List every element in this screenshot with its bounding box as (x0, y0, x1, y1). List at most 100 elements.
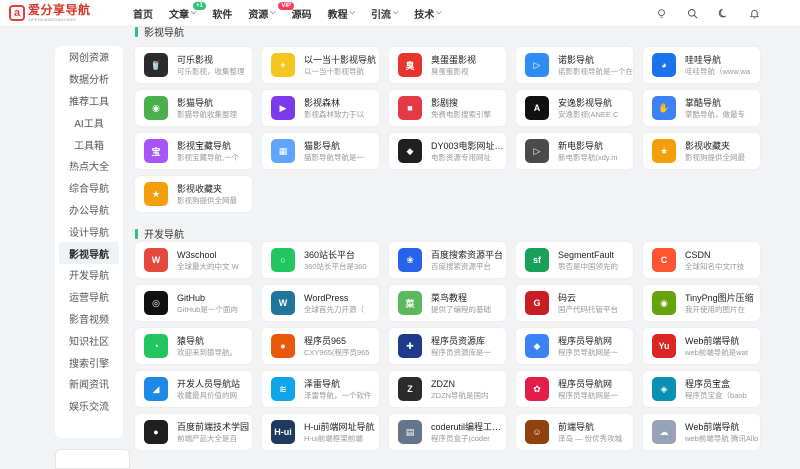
sidebar-item-16[interactable]: 娱乐交流 (55, 395, 123, 417)
site-title: 菜鸟教程 (431, 292, 468, 303)
site-card[interactable]: W W3school 全球最大的中文 W (135, 242, 252, 278)
coin-icon: ● (271, 334, 295, 358)
site-card[interactable]: C CSDN 全球知名中文IT技 (643, 242, 760, 278)
site-card[interactable]: sf SegmentFault 思否是中国领先的 (516, 242, 633, 278)
site-card[interactable]: 宝影视宝藏导航 影视宝藏导航,一个 (135, 133, 252, 169)
site-card[interactable]: ◆ 程序员导航网 程序员导航网是一 (516, 328, 633, 364)
site-title: DY003电影网址导航 (431, 140, 506, 151)
nav-item-3[interactable]: 资源 ⌵ VIP (240, 0, 294, 27)
w3-icon: W (144, 248, 168, 272)
site-card[interactable]: + 以一当十影视导航 以一当十影视导航 (262, 47, 379, 83)
site-card[interactable]: 菜菜鸟教程 提供了编程的基础 (389, 285, 506, 321)
site-title: W3school (177, 249, 217, 260)
sidebar-item-3[interactable]: AI工具 (55, 111, 123, 133)
site-card[interactable]: ☺ 前端导航 泽岛 — 份优秀攻城 (516, 414, 633, 450)
site-card[interactable]: G 码云 国产代码托管平台 (516, 285, 633, 321)
nav-item-6[interactable]: 引流 ⌵ (363, 0, 406, 27)
site-card[interactable]: ▤ coderutil编程工具导航程序员盒子(coder (389, 414, 506, 450)
site-desc: H-ui前端框架前端 (304, 433, 363, 443)
site-title: 程序员导航网 (558, 335, 613, 346)
site-card[interactable]: ☁ Web前端导航 web前端导航 腾讯Allo (643, 414, 760, 450)
nav-item-5[interactable]: 教程 ⌵ (320, 0, 363, 27)
site-title: 安逸影视导航 (558, 97, 613, 108)
moon-icon[interactable] (717, 8, 729, 20)
site-title: 开发人员导航站 (177, 378, 241, 389)
site-title: 影视收藏夹 (685, 140, 731, 151)
site-card[interactable]: ◉ 影猫导航 影猫导航收集整理 (135, 90, 252, 126)
category-sidebar: 网创资源 数据分析 推荐工具 AI工具 工具箱 热点大全 综合导航 办公导航 设计导航 影视导航开… (55, 46, 123, 438)
site-card[interactable]: ▷ 新电影导航 新电影导航(xdy.m (516, 133, 633, 169)
site-card[interactable]: ✚ 程序员资源库 程序员资源库是一 (389, 328, 506, 364)
site-title: 程序员宝盒 (685, 378, 731, 389)
site-card[interactable]: ◎ GitHub GitHub是一个面向 (135, 285, 252, 321)
nav-item-2[interactable]: 软件 (204, 0, 240, 27)
site-card[interactable]: ◔ 猿导航 欢迎来到猿导航。 (135, 328, 252, 364)
bell-icon[interactable] (748, 8, 760, 20)
nav-item-7[interactable]: 技术 ⌵ (406, 0, 449, 27)
site-card[interactable]: W WordPress 全球首先刀开源（ (262, 285, 379, 321)
puzzle-icon: ✚ (398, 334, 422, 358)
site-card[interactable]: ■ 影剧搜 免费电影搜索引擎 (389, 90, 506, 126)
site-card[interactable]: H-ui H-ui前端网址导航 H-ui前端框架前端 (262, 414, 379, 450)
site-card[interactable]: ▦ 猫影导航 猫影导航导航是一 (262, 133, 379, 169)
sidebar-item-13[interactable]: 知识社区 (55, 329, 123, 351)
site-card[interactable]: 🥤 可乐影视 可乐影视，收集整理 (135, 47, 252, 83)
site-card[interactable]: ◉ TinyPng图片压缩 我开使用的图片在 (643, 285, 760, 321)
sidebar-item-5[interactable]: 热点大全 (55, 155, 123, 177)
site-card[interactable]: A 安逸影视导航 安逸影视(ANEE.C (516, 90, 633, 126)
site-card[interactable]: ▷ 诺影导航 诺影影视导航是一个在 (516, 47, 633, 83)
site-desc: 提供了编程的基础 (431, 304, 491, 314)
sidebar-item-15[interactable]: 新闻资讯 (55, 373, 123, 395)
sidebar-item-0[interactable]: 网创资源 (55, 46, 123, 68)
nav-item-4[interactable]: 源码 (284, 0, 320, 27)
nav-item-1[interactable]: 文章 ⌵ +1 (161, 0, 206, 27)
site-card[interactable]: ○ 360站长平台 360站长平台是360 (262, 242, 379, 278)
sidebar-item-8[interactable]: 设计导航 (55, 220, 123, 242)
sidebar-item-10[interactable]: 开发导航 (55, 264, 123, 286)
site-card[interactable]: ● 程序员965 CXY965(程序员965 (262, 328, 379, 364)
sidebar-item-6[interactable]: 综合导航 (55, 177, 123, 199)
site-card[interactable]: ◆ DY003电影网址导航 电影资源专用网址 (389, 133, 506, 169)
dev-icon: ◢ (144, 377, 168, 401)
site-card[interactable]: ❀ 百度搜索资源平台 百度搜索资源平台 (389, 242, 506, 278)
site-card[interactable]: ★ 影视收藏夹 影视狗提供全网最 (643, 133, 760, 169)
nav-label: 源码 (291, 9, 312, 21)
sidebar-item-7[interactable]: 办公导航 (55, 199, 123, 221)
sidebar-item-14[interactable]: 搜索引擎 (55, 351, 123, 373)
site-desc: 百度搜索资源平台 (431, 261, 491, 271)
logo-badge: a (9, 5, 25, 21)
site-card[interactable]: ✿ 程序员导航网 程序员导航网是一 (516, 371, 633, 407)
panda-icon: ◉ (144, 96, 168, 120)
sidebar-item-9[interactable]: 影视导航 (59, 242, 119, 264)
site-card[interactable]: ≋ 泽雷导航 泽雷导航，一个软件 (262, 371, 379, 407)
camera-icon: ■ (398, 96, 422, 120)
site-title: Web前端导航 (685, 335, 740, 346)
site-title: 新电影导航 (558, 140, 604, 151)
sidebar-item-1[interactable]: 数据分析 (55, 68, 123, 90)
dy-icon: ◆ (398, 139, 422, 163)
sidebar-item-4[interactable]: 工具箱 (55, 133, 123, 155)
sidebar-item-12[interactable]: 影音视频 (55, 308, 123, 330)
site-desc: 影视宝藏导航,一个 (177, 152, 240, 162)
site-card[interactable]: ◈ 程序员宝盒 程序员宝盒（baob (643, 371, 760, 407)
site-card[interactable]: ● 百度前端技术学园 前端产品大全是百 (135, 414, 252, 450)
site-desc: 可乐影视，收集整理 (177, 66, 245, 76)
nav-item-0[interactable]: 首页 (125, 0, 161, 27)
site-card[interactable]: ▶ 影视森林 影视森林致力于以 (262, 90, 379, 126)
site-card[interactable]: ◢ 开发人员导航站 收藏最具价值的网 (135, 371, 252, 407)
site-title: 影视收藏夹 (177, 183, 223, 194)
sidebar-item-2[interactable]: 推荐工具 (55, 90, 123, 112)
cloud-icon: ☁ (652, 420, 676, 444)
site-card[interactable]: ★ 影视收藏夹 影视狗提供全网最 (135, 176, 252, 212)
nav-label: 教程 (327, 9, 348, 21)
site-card[interactable]: Yu Web前端导航 web前端导航是wat (643, 328, 760, 364)
site-card[interactable]: Z ZDZN ZDZN导航是国内 (389, 371, 506, 407)
site-logo[interactable]: a 爱分享导航 AIFENXIANGDAOHANG (9, 4, 125, 22)
site-desc: 臭蛋蛋影视 (431, 66, 469, 76)
search-icon[interactable] (686, 8, 698, 20)
site-card[interactable]: 臭臭蛋蛋影视 臭蛋蛋影视 (389, 47, 506, 83)
site-card[interactable]: ✋ 掌酷导航 掌酷导航，做最专 (643, 90, 760, 126)
lightbulb-icon[interactable] (655, 8, 667, 20)
sidebar-item-11[interactable]: 运营导航 (55, 286, 123, 308)
site-card[interactable]: ◕ 哇哇导航 哇哇导航（www.wa (643, 47, 760, 83)
